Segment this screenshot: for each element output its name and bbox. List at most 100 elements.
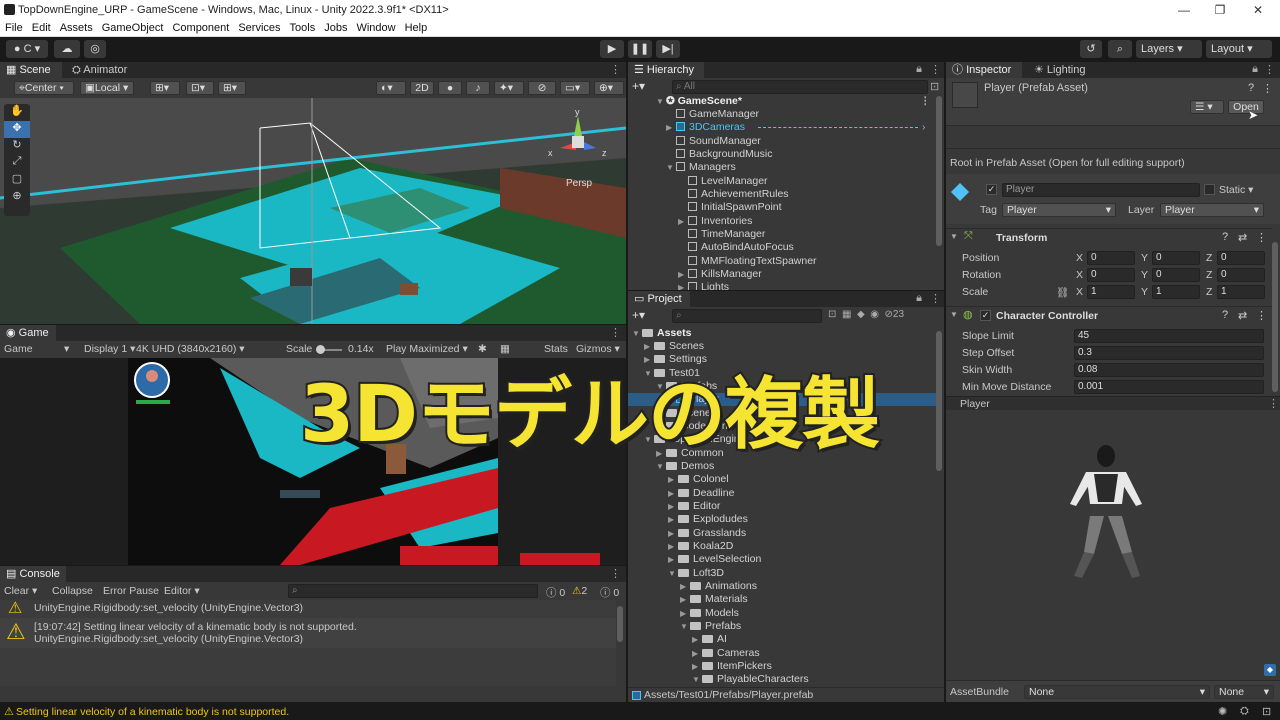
min-move-distance-field[interactable]: 0.001 xyxy=(1074,380,1264,394)
scale-y-field[interactable]: 1 xyxy=(1152,285,1200,299)
rotation-y-field[interactable]: 0 xyxy=(1152,268,1200,282)
list-item[interactable]: ▶ AI xyxy=(628,633,936,646)
tab-hierarchy[interactable]: ☰ Hierarchy xyxy=(628,62,704,78)
step-offset-field[interactable]: 0.3 xyxy=(1074,346,1264,360)
active-checkbox[interactable]: ✓ xyxy=(986,184,997,195)
shading-mode-icon[interactable]: ◐▾ xyxy=(376,81,406,95)
cache-icon[interactable]: ⊡ xyxy=(1262,705,1271,718)
position-x-field[interactable]: 0 xyxy=(1087,251,1135,265)
status-message[interactable]: Setting linear velocity of a kinematic b… xyxy=(16,706,289,718)
layers-dropdown[interactable]: Layers ▾ xyxy=(1136,40,1202,58)
scene-visibility-icon[interactable]: ⊘ xyxy=(528,81,556,95)
effects-toggle-icon[interactable]: ✦▾ xyxy=(494,81,524,95)
list-item[interactable]: MMFloatingTextSpawner xyxy=(628,255,936,268)
menu-component[interactable]: Component xyxy=(167,20,233,34)
position-y-field[interactable]: 0 xyxy=(1152,251,1200,265)
hierarchy-add-button[interactable]: +▾ xyxy=(632,79,645,93)
list-item[interactable]: ▶ ItemPickers xyxy=(628,660,936,673)
step-button[interactable]: ▶| xyxy=(656,40,680,58)
play-button[interactable]: ▶ xyxy=(600,40,624,58)
menu-services[interactable]: Services xyxy=(233,20,284,34)
tab-console[interactable]: ▤ Console xyxy=(0,566,66,582)
editor-dropdown[interactable]: Editor ▾ xyxy=(164,585,200,597)
console-scrollbar[interactable] xyxy=(617,606,623,642)
tab-game[interactable]: ◉ Game xyxy=(0,325,56,341)
list-item[interactable]: ▶ Deadline xyxy=(628,487,936,500)
warn-count[interactable]: ⚠2 xyxy=(572,585,587,597)
search-by-label-icon[interactable]: ▦ xyxy=(842,309,851,320)
game-view-dropdown[interactable]: Game ▾ xyxy=(4,343,72,355)
search-by-type-icon[interactable]: ⊡ xyxy=(828,309,836,320)
log-entry-selected[interactable]: ⚠ [19:07:42] Setting linear velocity of … xyxy=(0,618,616,648)
lighting-toggle-icon[interactable]: ● xyxy=(438,81,462,95)
menu-assets[interactable]: Assets xyxy=(55,20,97,34)
list-item[interactable]: ▼ PlayableCharacters xyxy=(628,673,936,686)
tab-animator[interactable]: ⛭ Animator xyxy=(66,62,133,78)
info-count[interactable]: ⓘ 0 xyxy=(546,585,565,600)
preview-collapse-icon[interactable]: ◆ xyxy=(1264,664,1276,676)
list-item[interactable]: ▼ ✪ GameScene* ⋮ xyxy=(628,95,936,108)
foldout-arrow-icon[interactable]: ▼ xyxy=(950,310,958,319)
tab-lighting[interactable]: ☀ Lighting xyxy=(1028,62,1091,78)
component-menu-icon[interactable]: ⋮ xyxy=(1256,231,1267,244)
layout-dropdown[interactable]: Layout ▾ xyxy=(1206,40,1272,58)
tab-inspector[interactable]: ⓘ Inspector xyxy=(946,62,1022,78)
error-count[interactable]: ⓘ 0 xyxy=(600,585,619,600)
list-item[interactable]: ▶ Colonel xyxy=(628,473,936,486)
hierarchy-filter-icon[interactable]: ⊡ xyxy=(930,80,939,93)
component-menu-icon[interactable]: ⋮ xyxy=(1256,309,1267,322)
asset-labels-dropdown[interactable]: ☰ ▾ xyxy=(1190,100,1224,114)
foldout-arrow-icon[interactable]: ▼ xyxy=(950,232,958,241)
list-item[interactable]: GameManager xyxy=(628,108,936,121)
menu-file[interactable]: File xyxy=(0,20,27,34)
hierarchy-menu-icon[interactable]: ⋮ xyxy=(930,63,941,76)
position-z-field[interactable]: 0 xyxy=(1217,251,1265,265)
static-checkbox[interactable] xyxy=(1204,184,1215,195)
preview-area[interactable] xyxy=(946,410,1280,660)
static-dropdown[interactable]: Static ▾ xyxy=(1219,184,1253,196)
audio-toggle-icon[interactable]: ♪ xyxy=(466,81,490,95)
list-item[interactable]: AchievementRules xyxy=(628,188,936,201)
pause-button[interactable]: ❚❚ xyxy=(628,40,652,58)
search-icon[interactable]: ⌕ xyxy=(1108,40,1132,58)
list-item[interactable]: InitialSpawnPoint xyxy=(628,201,936,214)
visibility-icon[interactable]: ⊘ xyxy=(885,309,893,320)
progress-icon[interactable]: ✺ xyxy=(1218,705,1227,718)
error-pause-button[interactable]: Error Pause xyxy=(103,585,159,597)
clear-button[interactable]: Clear ▾ xyxy=(4,585,37,597)
menu-jobs[interactable]: Jobs xyxy=(319,20,351,34)
project-menu-icon[interactable]: ⋮ xyxy=(930,292,941,305)
console-log-list[interactable]: ⚠ UnityEngine.Rigidbody:set_velocity (Un… xyxy=(0,600,616,686)
pivot-dropdown[interactable]: ⌖Center ▾ xyxy=(14,81,74,95)
hidden-packages-icon[interactable]: ◉ xyxy=(870,309,879,320)
inspector-menu-icon[interactable]: ⋮ xyxy=(1264,63,1275,76)
list-item[interactable]: ▶ Cameras xyxy=(628,647,936,660)
list-item[interactable]: ▶ Koala2D xyxy=(628,540,936,553)
scale-x-field[interactable]: 1 xyxy=(1087,285,1135,299)
project-add-button[interactable]: +▾ xyxy=(632,308,645,322)
header-menu-icon[interactable]: ⋮ xyxy=(1262,82,1273,95)
list-item[interactable]: ▶ Editor xyxy=(628,500,936,513)
minimize-icon[interactable]: — xyxy=(1166,0,1202,20)
account-button[interactable]: ● C ▾ xyxy=(6,40,48,58)
list-item[interactable]: BackgroundMusic xyxy=(628,148,936,161)
list-item[interactable]: ▶ LevelSelection xyxy=(628,553,936,566)
list-item[interactable]: ▼ Loft3D xyxy=(628,567,936,580)
rect-tool-icon[interactable]: ▢ xyxy=(4,172,30,189)
game-menu-icon[interactable]: ⋮ xyxy=(610,326,621,339)
list-item[interactable]: ▼ Assets xyxy=(628,327,936,340)
debug-icon[interactable]: ⛭ xyxy=(1240,705,1249,718)
tab-project[interactable]: ▭ Project xyxy=(628,291,690,307)
assetbundle-dropdown[interactable]: None ▾ xyxy=(1024,685,1210,699)
collab-icon[interactable]: ◎ xyxy=(84,40,106,58)
list-item[interactable]: ▶ Models xyxy=(628,607,936,620)
gizmos-toggle-icon[interactable]: ⊕▾ xyxy=(594,81,624,95)
list-item[interactable]: ▶ KillsManager xyxy=(628,268,936,281)
preset-icon[interactable]: ⇄ xyxy=(1238,231,1247,244)
list-item[interactable]: ▼ Managers xyxy=(628,161,936,174)
console-menu-icon[interactable]: ⋮ xyxy=(610,567,621,580)
log-entry[interactable]: ⚠ UnityEngine.Rigidbody:set_velocity (Un… xyxy=(0,600,616,618)
hand-tool-icon[interactable]: ✋ xyxy=(4,104,30,121)
tag-dropdown[interactable]: Player ▾ xyxy=(1002,203,1116,217)
help-icon[interactable]: ? xyxy=(1248,82,1254,94)
